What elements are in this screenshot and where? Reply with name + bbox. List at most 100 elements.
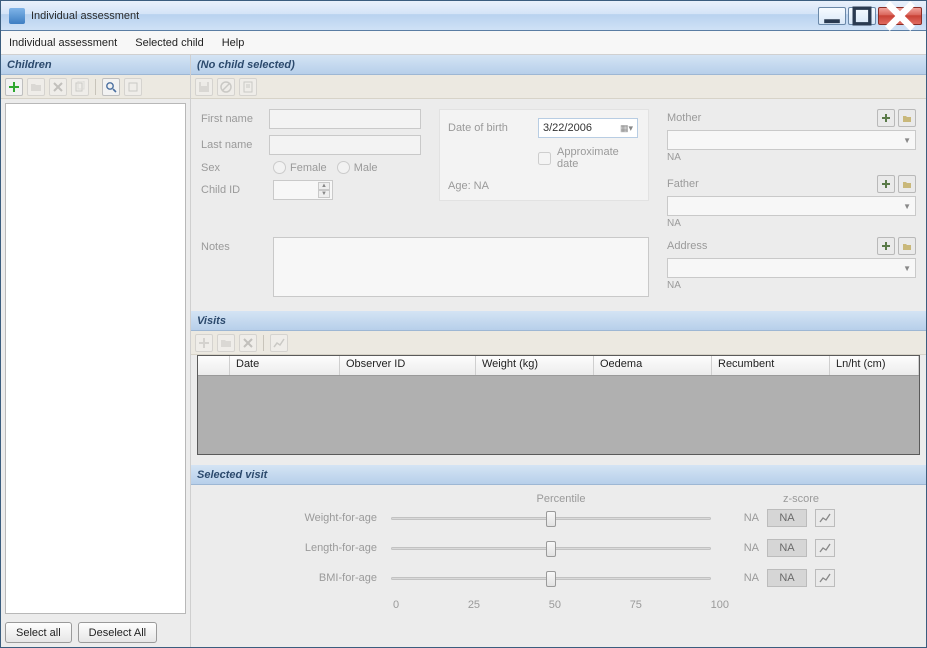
percentile-slider-bmi[interactable]: [391, 571, 711, 585]
app-icon: [9, 8, 25, 24]
toolbar-separator: [95, 79, 96, 95]
sex-female-radio[interactable]: Female: [273, 161, 327, 174]
col-weight[interactable]: Weight (kg): [476, 356, 594, 375]
mother-combo[interactable]: ▼: [667, 130, 916, 150]
children-header: Children: [1, 55, 190, 75]
minimize-button[interactable]: [818, 7, 846, 25]
col-observer-id[interactable]: Observer ID: [340, 356, 476, 375]
sex-male-radio[interactable]: Male: [337, 161, 378, 174]
add-visit-button[interactable]: [195, 334, 213, 352]
save-button[interactable]: [195, 78, 213, 96]
delete-child-button[interactable]: [49, 78, 67, 96]
percentile-na: NA: [719, 572, 759, 584]
selected-visit-header: Selected visit: [191, 465, 926, 485]
add-father-button[interactable]: [877, 175, 895, 193]
dob-picker[interactable]: 3/22/2006 ▦▾: [538, 118, 638, 138]
zscore-value: NA: [767, 569, 807, 587]
percentile-slider-wfa[interactable]: [391, 511, 711, 525]
graph-button-wfa[interactable]: [815, 509, 835, 527]
window-title: Individual assessment: [31, 10, 818, 22]
open-child-button[interactable]: [27, 78, 45, 96]
mother-na: NA: [667, 152, 916, 163]
menu-bar: Individual assessment Selected child Hel…: [1, 31, 926, 55]
view-child-button[interactable]: [124, 78, 142, 96]
child-id-spinner[interactable]: ▲▼: [273, 180, 333, 200]
child-header: (No child selected): [191, 55, 926, 75]
col-identity: First name Last name Sex Female Male Chi…: [201, 109, 421, 229]
body: Children Select all Deselect All (No chi…: [1, 55, 926, 647]
metric-bmi-for-age: BMI-for-age NA NA: [211, 569, 906, 587]
notes-row: Notes: [201, 237, 649, 297]
percentile-na: NA: [719, 542, 759, 554]
select-all-button[interactable]: Select all: [5, 622, 72, 643]
address-label: Address: [667, 240, 707, 252]
col-blank[interactable]: [198, 356, 230, 375]
app-window: Individual assessment Individual assessm…: [0, 0, 927, 648]
mother-block: Mother ▼ NA: [667, 109, 916, 163]
col-lnht[interactable]: Ln/ht (cm): [830, 356, 919, 375]
metric-label: Length-for-age: [211, 542, 391, 554]
add-mother-button[interactable]: [877, 109, 895, 127]
calendar-icon: ▦▾: [620, 123, 633, 134]
address-combo[interactable]: ▼: [667, 258, 916, 278]
child-id-label: Child ID: [201, 184, 273, 196]
child-toolbar: [191, 75, 926, 99]
zscore-header: z-score: [741, 493, 861, 505]
father-na: NA: [667, 218, 916, 229]
child-form: First name Last name Sex Female Male Chi…: [191, 99, 926, 311]
deselect-all-button[interactable]: Deselect All: [78, 622, 157, 643]
toolbar-separator: [263, 335, 264, 351]
open-visit-button[interactable]: [217, 334, 235, 352]
cancel-button[interactable]: [217, 78, 235, 96]
dob-value: 3/22/2006: [543, 122, 592, 134]
sex-label: Sex: [201, 162, 273, 174]
father-combo[interactable]: ▼: [667, 196, 916, 216]
percentile-ticks: 0 25 50 75 100: [391, 599, 731, 611]
window-buttons: [818, 7, 922, 25]
approximate-date-checkbox[interactable]: Approximate date: [538, 146, 640, 170]
col-recumbent[interactable]: Recumbent: [712, 356, 830, 375]
search-child-button[interactable]: [102, 78, 120, 96]
maximize-button[interactable]: [848, 7, 876, 25]
dob-block: Date of birth 3/22/2006 ▦▾ Approximate da…: [439, 109, 649, 201]
menu-help[interactable]: Help: [222, 37, 245, 49]
notes-textarea[interactable]: [273, 237, 649, 297]
percentile-header: Percentile: [391, 493, 731, 505]
close-button[interactable]: [878, 7, 922, 25]
visits-grid[interactable]: Date Observer ID Weight (kg) Oedema Recu…: [197, 355, 920, 455]
menu-individual-assessment[interactable]: Individual assessment: [9, 37, 117, 49]
add-child-button[interactable]: [5, 78, 23, 96]
col-oedema[interactable]: Oedema: [594, 356, 712, 375]
copy-child-button[interactable]: [71, 78, 89, 96]
mother-label: Mother: [667, 112, 701, 124]
delete-visit-button[interactable]: [239, 334, 257, 352]
browse-mother-button[interactable]: [898, 109, 916, 127]
visits-toolbar: [191, 331, 926, 355]
metric-label: BMI-for-age: [211, 572, 391, 584]
first-name-input[interactable]: [269, 109, 421, 129]
report-button[interactable]: [239, 78, 257, 96]
metric-label: Weight-for-age: [211, 512, 391, 524]
metric-weight-for-age: Weight-for-age NA NA: [211, 509, 906, 527]
last-name-input[interactable]: [269, 135, 421, 155]
children-list[interactable]: [5, 103, 186, 614]
graph-button-bmi[interactable]: [815, 569, 835, 587]
children-panel: Children Select all Deselect All: [1, 55, 191, 647]
menu-selected-child[interactable]: Selected child: [135, 37, 204, 49]
percentile-slider-lfa[interactable]: [391, 541, 711, 555]
add-address-button[interactable]: [877, 237, 895, 255]
dropdown-icon: ▼: [903, 202, 911, 211]
col-date[interactable]: Date: [230, 356, 340, 375]
selected-visit-body: Percentile z-score Weight-for-age NA NA …: [191, 485, 926, 623]
dob-label: Date of birth: [448, 122, 528, 134]
graph-button-lfa[interactable]: [815, 539, 835, 557]
metric-length-for-age: Length-for-age NA NA: [211, 539, 906, 557]
title-bar: Individual assessment: [1, 1, 926, 31]
visits-grid-header: Date Observer ID Weight (kg) Oedema Recu…: [198, 356, 919, 376]
relations-column: Mother ▼ NA Father: [667, 109, 916, 229]
browse-address-button[interactable]: [898, 237, 916, 255]
dropdown-icon: ▼: [903, 136, 911, 145]
browse-father-button[interactable]: [898, 175, 916, 193]
graph-visit-button[interactable]: [270, 334, 288, 352]
dropdown-icon: ▼: [903, 264, 911, 273]
